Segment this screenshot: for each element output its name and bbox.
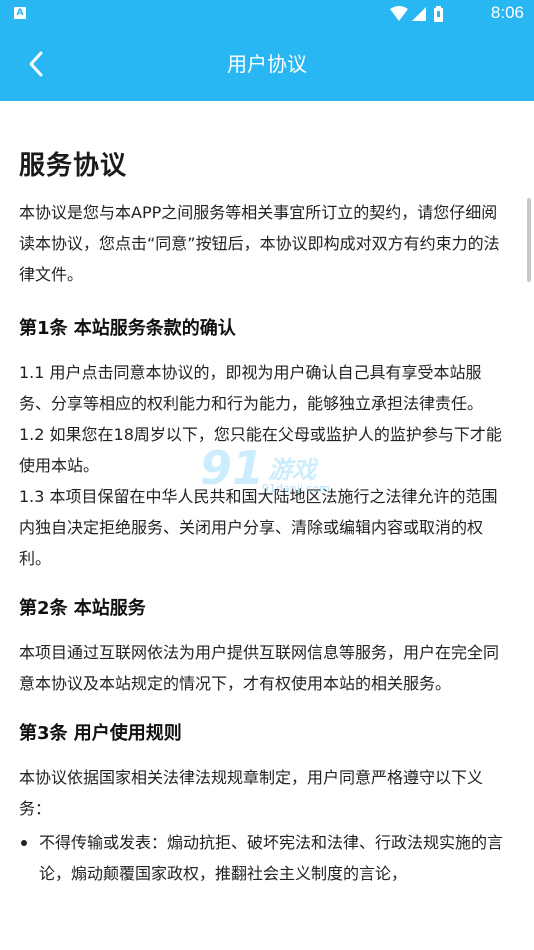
section-2-paragraph-1: 本项目通过互联网依法为用户提供互联网信息等服务，用户在完全同意本协议及本站规定的… xyxy=(19,643,500,693)
page-title: 用户协议 xyxy=(227,52,307,76)
section-heading-2: 第2条 本站服务 xyxy=(19,598,146,619)
intro-paragraph: 本协议是您与本APP之间服务等相关事宜所订立的契约，请您仔细阅读本协议，您点击“… xyxy=(19,203,500,284)
section-1-paragraph-2: 1.2 如果您在18周岁以下，您只能在父母或监护人的监护参与下才能使用本站。 xyxy=(19,425,502,475)
clock: 8:06 xyxy=(490,3,524,22)
wifi-icon xyxy=(390,6,408,21)
scrollbar[interactable] xyxy=(527,198,531,282)
section-1-paragraph-3: 1.3 本项目保留在中华人民共和国大陆地区法施行之法律允许的范围内独自决定拒绝服… xyxy=(19,487,498,568)
section-heading-3: 第3条 用户使用规则 xyxy=(19,723,182,744)
section-heading-1: 第1条 本站服务条款的确认 xyxy=(19,318,236,339)
status-bar: A 8:06 xyxy=(0,0,534,28)
battery-icon xyxy=(434,6,443,22)
toolbar: 用户协议 xyxy=(0,28,534,101)
section-3-paragraph-1: 本协议依据国家相关法律法规规章制定，用户同意严格遵守以下义务： xyxy=(19,768,484,818)
status-icons xyxy=(390,6,443,22)
agreement-content[interactable]: 服务协议 本协议是您与本APP之间服务等相关事宜所订立的契约，请您仔细阅读本协议… xyxy=(19,101,509,950)
app-notification-icon: A xyxy=(14,7,26,19)
app-bar: A 8:06 用户协议 xyxy=(0,0,534,101)
section-1-paragraph-1: 1.1 用户点击同意本协议的，即视为用户确认自己具有享受本站服务、分享等相应的权… xyxy=(19,363,484,413)
document-title: 服务协议 xyxy=(19,151,128,181)
obligation-list: 不得传输或发表：煽动抗拒、破坏宪法和法律、行政法规实施的言论，煽动颠覆国家政权，… xyxy=(19,827,509,889)
cell-signal-icon xyxy=(412,7,426,21)
list-item: 不得传输或发表：煽动抗拒、破坏宪法和法律、行政法规实施的言论，煽动颠覆国家政权，… xyxy=(21,827,509,889)
